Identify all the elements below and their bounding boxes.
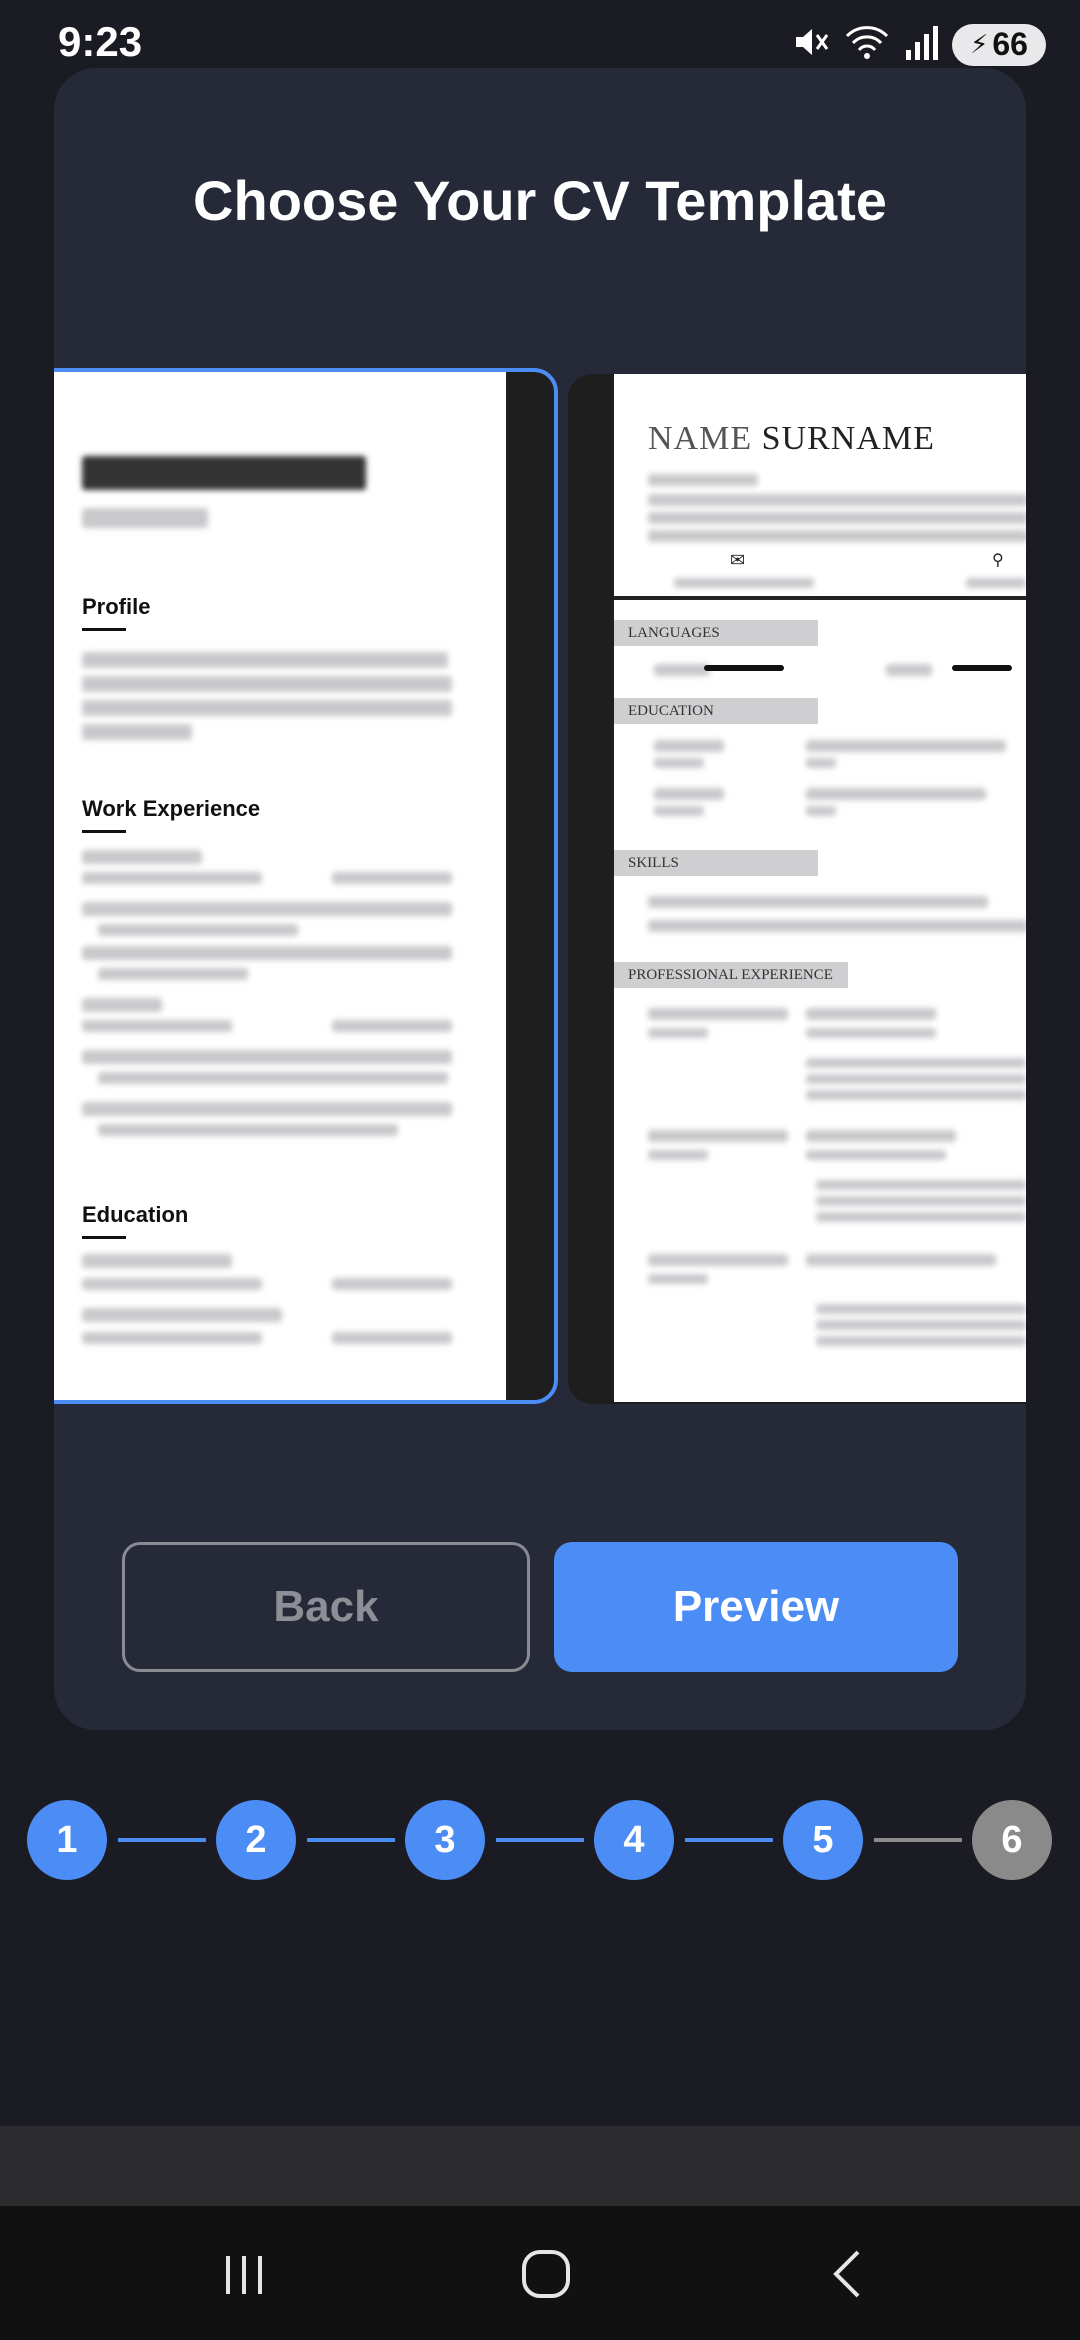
battery-level: 66: [992, 26, 1028, 62]
system-nav-bar: [0, 2206, 1080, 2340]
back-nav-button[interactable]: [808, 2236, 888, 2316]
template-1-section-heading: Education: [82, 1202, 189, 1227]
template-2-section-heading: SKILLS: [614, 850, 818, 876]
step-connector: [118, 1838, 206, 1842]
template-2-preview: NAME SURNAME ✉ ⚲ LANGUAGES EDUCATION SKI…: [614, 374, 1026, 1402]
template-option-1[interactable]: Profile Work Experience Education: [54, 368, 558, 1404]
status-icons: ⚡ 66: [790, 22, 1046, 67]
step-4: 4: [594, 1800, 674, 1880]
back-button[interactable]: Back: [122, 1542, 530, 1672]
charging-icon: ⚡: [970, 29, 989, 59]
location-icon: ⚲: [992, 552, 1004, 569]
email-icon: ✉: [730, 550, 746, 570]
status-time: 9:23: [58, 18, 143, 65]
preview-button[interactable]: Preview: [554, 1542, 958, 1672]
mute-icon: [790, 22, 830, 67]
page-title: Choose Your CV Template: [193, 169, 887, 232]
template-2-section-heading: LANGUAGES: [614, 620, 818, 646]
step-2: 2: [216, 1800, 296, 1880]
step-5: 5: [783, 1800, 863, 1880]
step-connector: [685, 1838, 773, 1842]
step-connector: [874, 1838, 962, 1842]
template-2-section-heading: PROFESSIONAL EXPERIENCE: [614, 962, 848, 988]
template-card: Choose Your CV Template Profile Work Exp…: [54, 68, 1026, 1730]
progress-stepper: 1 2 3 4 5 6: [0, 1800, 1080, 1880]
template-option-2[interactable]: NAME SURNAME ✉ ⚲ LANGUAGES EDUCATION SKI…: [568, 374, 1026, 1404]
recent-apps-icon: [220, 2250, 268, 2303]
signal-icon: [904, 22, 938, 67]
template-2-section-heading: EDUCATION: [614, 698, 818, 724]
wifi-icon: [844, 22, 890, 67]
template-1-section-heading: Profile: [82, 594, 151, 619]
battery-indicator: ⚡ 66: [952, 23, 1046, 66]
template-2-name-heading: NAME SURNAME: [648, 420, 935, 457]
gesture-area: [0, 2126, 1080, 2206]
step-connector: [307, 1838, 395, 1842]
step-6: 6: [972, 1800, 1052, 1880]
step-3: 3: [405, 1800, 485, 1880]
template-1-preview: Profile Work Experience Education: [54, 372, 506, 1400]
step-connector: [496, 1838, 584, 1842]
home-icon: [518, 2246, 574, 2307]
template-1-section-heading: Work Experience: [82, 796, 261, 821]
recent-apps-button[interactable]: [204, 2236, 284, 2316]
step-1: 1: [27, 1800, 107, 1880]
home-button[interactable]: [506, 2236, 586, 2316]
back-arrow-icon: [824, 2246, 872, 2307]
